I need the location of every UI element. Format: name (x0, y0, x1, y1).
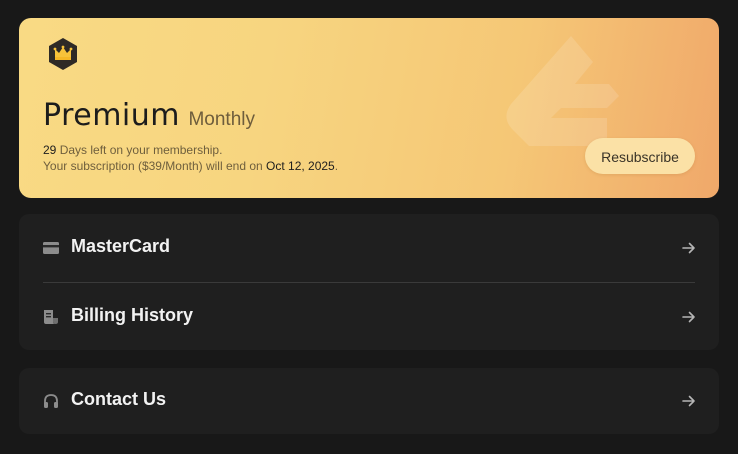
subscription-end-prefix: Your subscription ($39/Month) will end o… (43, 159, 267, 173)
contact-us-row[interactable]: Contact Us (19, 367, 719, 435)
arrow-right-icon (682, 242, 695, 254)
premium-card: Premium Monthly 29 Days left on your mem… (19, 18, 719, 198)
billing-panel: MasterCard Billing History (19, 214, 719, 350)
receipt-icon (44, 310, 58, 324)
arrow-right-icon (682, 395, 695, 407)
subscription-end-suffix: . (334, 159, 339, 173)
support-panel: Contact Us (19, 368, 719, 434)
billing-history-label: Billing History (71, 305, 194, 325)
plan-name: Premium (43, 98, 180, 133)
mastercard-label: MasterCard (71, 236, 171, 256)
days-left-count: 29 (43, 143, 57, 157)
days-left-text: 29 Days left on your membership. (43, 143, 222, 157)
billing-history-row[interactable]: Billing History (19, 283, 719, 351)
arrow-right-icon (682, 311, 695, 323)
plan-period: Monthly (188, 109, 255, 130)
days-left-suffix: Days left on your membership. (56, 143, 223, 157)
subscription-end-date: Oct 12, 2025 (266, 159, 335, 173)
resubscribe-button[interactable]: Resubscribe (585, 138, 695, 174)
contact-us-label: Contact Us (71, 389, 167, 409)
mastercard-row[interactable]: MasterCard (19, 214, 719, 282)
credit-card-icon (43, 242, 59, 254)
subscription-end-text: Your subscription ($39/Month) will end o… (43, 159, 338, 173)
crown-icon (49, 38, 77, 70)
headphones-icon (44, 394, 58, 408)
plan-title: Premium Monthly (43, 98, 255, 133)
